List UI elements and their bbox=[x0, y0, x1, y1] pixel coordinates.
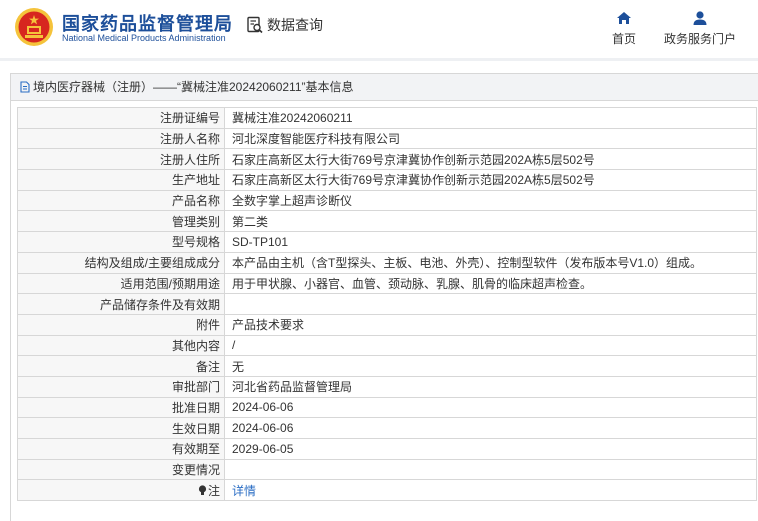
row-value: 2024-06-06 bbox=[224, 396, 757, 419]
table-row: 管理类别 第二类 bbox=[17, 210, 757, 233]
search-document-icon bbox=[247, 16, 263, 34]
home-icon bbox=[617, 12, 631, 24]
table-row: 生产地址 石家庄高新区太行大街769号京津冀协作创新示范园202A栋5层502号 bbox=[17, 169, 757, 191]
table-row: 生效日期 2024-06-06 bbox=[17, 417, 757, 439]
row-label: 附件 bbox=[17, 313, 225, 336]
nav-service-portal-label: 政务服务门户 bbox=[663, 32, 736, 46]
device-info-table: 注册证编号 冀械注准20242060211 注册人名称 河北深度智能医疗科技有限公司注… bbox=[17, 107, 757, 502]
row-value: 用于甲状腺、小器官、血管、颈动脉、乳腺、肌骨的临床超声检查。 bbox=[224, 272, 757, 295]
row-value: 河北省药品监督管理局 bbox=[224, 375, 757, 398]
panel-title-text: 境内医疗器械（注册）——“冀械注准20242060211”基本信息 bbox=[33, 80, 354, 94]
row-value: SD-TP101 bbox=[224, 231, 757, 253]
table-row-note: 注 详情 bbox=[17, 479, 757, 502]
row-label: 产品名称 bbox=[17, 189, 225, 212]
row-label: 生效日期 bbox=[17, 417, 225, 439]
details-link[interactable]: 详情 bbox=[232, 484, 256, 498]
row-label: 注册人住所 bbox=[17, 148, 225, 171]
table-row: 产品储存条件及有效期 bbox=[17, 293, 757, 315]
table-row: 注册人住所 石家庄高新区太行大街769号京津冀协作创新示范园202A栋5层502号 bbox=[17, 148, 757, 171]
row-value: 产品技术要求 bbox=[224, 313, 757, 336]
row-value: 2029-06-05 bbox=[224, 438, 757, 460]
row-value: 无 bbox=[224, 355, 757, 377]
row-label: 审批部门 bbox=[17, 375, 225, 398]
note-label-cell: 注 bbox=[17, 479, 225, 502]
table-row: 其他内容 / bbox=[17, 334, 757, 357]
row-value: 2024-06-06 bbox=[224, 417, 757, 439]
table-row: 审批部门 河北省药品监督管理局 bbox=[17, 375, 757, 398]
table-row: 有效期至 2029-06-05 bbox=[17, 438, 757, 460]
row-label: 型号规格 bbox=[17, 231, 225, 253]
nav-home[interactable]: 首页 bbox=[609, 10, 639, 47]
national-emblem-icon bbox=[15, 8, 53, 46]
row-label: 备注 bbox=[17, 355, 225, 377]
table-row: 适用范围/预期用途 用于甲状腺、小器官、血管、颈动脉、乳腺、肌骨的临床超声检查。 bbox=[17, 272, 757, 295]
row-label: 适用范围/预期用途 bbox=[17, 272, 225, 295]
row-value: / bbox=[224, 334, 757, 357]
data-query-label: 数据查询 bbox=[267, 17, 323, 33]
detail-panel: 境内医疗器械（注册）——“冀械注准20242060211”基本信息 注册证编号冀… bbox=[10, 73, 758, 521]
site-header: 国家药品监督管理局 National Medical Products Admi… bbox=[0, 0, 758, 58]
row-value: 第二类 bbox=[224, 210, 757, 233]
row-label: 结构及组成/主要组成成分 bbox=[17, 251, 225, 274]
document-icon bbox=[20, 81, 30, 93]
table-row: 批准日期 2024-06-06 bbox=[17, 396, 757, 419]
nav-home-label: 首页 bbox=[611, 32, 636, 46]
row-label: 管理类别 bbox=[17, 210, 225, 233]
row-value: 本产品由主机（含T型探头、主板、电池、外壳）、控制型软件（发布版本号V1.0）组… bbox=[224, 251, 757, 274]
note-value-cell: 详情 bbox=[224, 479, 757, 502]
table-row: 型号规格 SD-TP101 bbox=[17, 231, 757, 253]
lightbulb-icon bbox=[198, 485, 207, 495]
user-icon bbox=[693, 11, 707, 25]
row-label: 其他内容 bbox=[17, 334, 225, 357]
row-label: 批准日期 bbox=[17, 396, 225, 419]
row-value: 石家庄高新区太行大街769号京津冀协作创新示范园202A栋5层502号 bbox=[224, 169, 757, 191]
nav-service-portal[interactable]: 政务服务门户 bbox=[662, 10, 738, 47]
row-value: 冀械注准20242060211 bbox=[224, 107, 757, 129]
row-label: 注册人名称 bbox=[17, 127, 225, 150]
row-label: 注册证编号 bbox=[17, 107, 225, 129]
row-value bbox=[224, 458, 757, 481]
row-label: 有效期至 bbox=[17, 438, 225, 460]
table-row: 备注无 bbox=[17, 355, 757, 377]
data-query-link[interactable]: 数据查询 bbox=[246, 15, 323, 35]
row-value: 全数字掌上超声诊断仪 bbox=[224, 189, 757, 212]
row-value: 河北深度智能医疗科技有限公司 bbox=[224, 127, 757, 150]
row-label: 生产地址 bbox=[17, 169, 225, 191]
site-subtitle: National Medical Products Administration bbox=[62, 33, 226, 43]
table-row: 注册证编号 冀械注准20242060211 bbox=[17, 107, 757, 129]
table-row: 附件 产品技术要求 bbox=[17, 313, 757, 336]
row-label: 变更情况 bbox=[17, 458, 225, 481]
row-value: 石家庄高新区太行大街769号京津冀协作创新示范园202A栋5层502号 bbox=[224, 148, 757, 171]
table-row: 注册人名称 河北深度智能医疗科技有限公司 bbox=[17, 127, 757, 150]
table-row: 结构及组成/主要组成成分 本产品由主机（含T型探头、主板、电池、外壳）、控制型软件… bbox=[17, 251, 757, 274]
row-value bbox=[224, 293, 757, 315]
table-row: 变更情况 bbox=[17, 458, 757, 481]
table-row: 产品名称 全数字掌上超声诊断仪 bbox=[17, 189, 757, 212]
note-label: 注 bbox=[207, 483, 220, 498]
row-label: 产品储存条件及有效期 bbox=[17, 293, 225, 315]
header-divider bbox=[0, 58, 758, 61]
panel-title: 境内医疗器械（注册）——“冀械注准20242060211”基本信息 bbox=[11, 74, 758, 101]
